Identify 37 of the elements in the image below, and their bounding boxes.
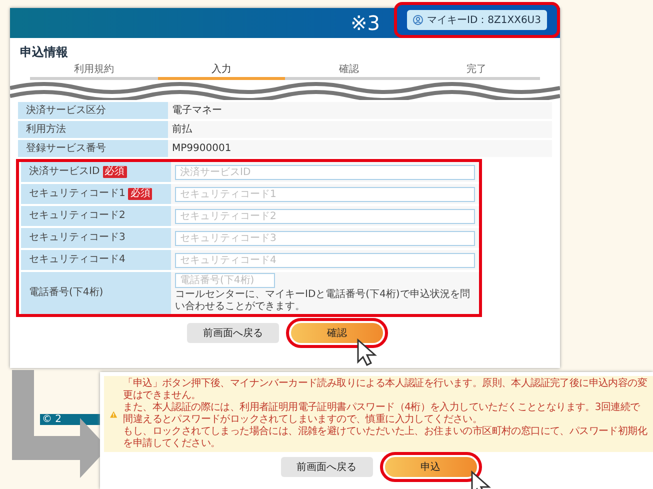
warning-icon (110, 408, 118, 420)
my-key-id-text: マイキーID：8Z1XX6U3 (427, 14, 541, 27)
progress-step: 完了 (412, 64, 540, 80)
input-field[interactable]: セキュリティコード4 (175, 252, 475, 268)
field-label: 決済サービス区分 (18, 102, 168, 119)
submit-button[interactable]: 確認 (291, 323, 383, 343)
back-button[interactable]: 前画面へ戻る (187, 323, 279, 343)
warning-text: 「申込」ボタン押下後、マイナンバーカード読み取りによる本人認証を行います。原則、本人認証完了後に申込内容の変更はできません。 (123, 378, 647, 402)
label-text: セキュリティコード4 (29, 254, 126, 266)
progress-step: 入力 (158, 64, 285, 80)
label-text: 決済サービスID (29, 166, 100, 178)
note-mark: ※3 (350, 11, 380, 35)
progress-step: 確認 (285, 64, 412, 80)
back-button[interactable]: 前画面へ戻る (280, 457, 372, 477)
field-value: MP9900001 (168, 140, 552, 157)
input-field[interactable]: セキュリティコード3 (175, 230, 475, 246)
label-text: セキュリティコード3 (29, 232, 126, 244)
progress-step: 利用規約 (30, 64, 158, 80)
input-field[interactable]: 電話番号(下4桁) (175, 273, 275, 288)
input-field[interactable]: セキュリティコード2 (175, 208, 475, 224)
field-value: 電子マネー (168, 102, 552, 119)
user-icon (413, 15, 424, 25)
field-label: 利用方法 (18, 121, 168, 138)
required-tag: 必須 (128, 188, 152, 200)
label-text: セキュリティコード1 (29, 188, 126, 200)
input-field[interactable]: セキュリティコード1 (175, 186, 475, 202)
field-value: 前払 (168, 121, 552, 138)
submit-button[interactable]: 申込 (384, 457, 476, 477)
required-tag: 必須 (102, 166, 127, 178)
warning-text: また、本人認証の際には、利用者証明用電子証明書パスワード（4桁）を入力していただくこととなります。3回連続で間違えるとパスワードがロックされてしまいますので、慎重に入力してください。 (123, 402, 641, 426)
input-field[interactable]: 決済サービスID (175, 164, 475, 180)
warning-text: もし、ロックされてしまった場合には、混雑を避けていただいた上、お住まいの市区町村の窓口にて、パスワード初期化を申請してください。 (123, 426, 647, 450)
page-title: 申込情報 (19, 44, 69, 61)
field-label: 登録サービス番号 (18, 140, 168, 157)
help-text: コールセンターに、マイキーIDと電話番号(下4桁)で申込状況を問い合わせることができます。 (175, 289, 471, 313)
label-text: セキュリティコード2 (29, 210, 126, 222)
label-text: 電話番号(下4桁) (29, 287, 104, 299)
